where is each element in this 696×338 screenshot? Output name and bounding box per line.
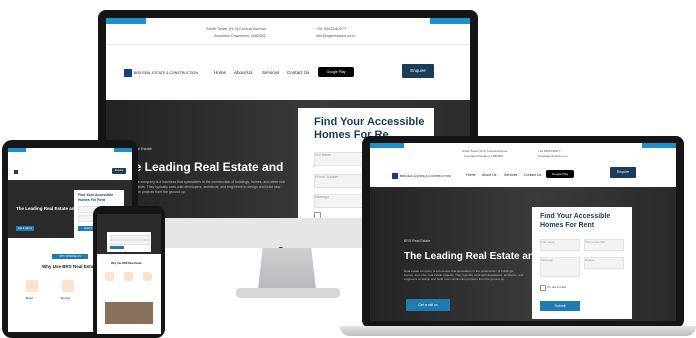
brand-logo-icon[interactable] — [124, 69, 132, 77]
enquire-button[interactable]: Enquire — [402, 64, 434, 78]
enquire-button[interactable]: Enquire — [610, 167, 636, 178]
form-title-line1: Find Your Accessible — [314, 116, 425, 128]
form-title-line1: Find Your Accessible — [78, 193, 114, 197]
captcha-label: I'm not a robot — [547, 285, 567, 289]
google-play-button[interactable]: Google Play — [546, 170, 574, 178]
imac-stand — [258, 248, 316, 290]
form-title-line1: Find Your Accessible — [540, 213, 611, 220]
nav-about[interactable]: About Us — [234, 70, 253, 75]
message-field[interactable]: Message — [314, 194, 366, 208]
feature-label-design: Design — [61, 296, 71, 300]
captcha-checkbox[interactable] — [540, 285, 546, 291]
laptop-base — [340, 326, 696, 336]
submit-button[interactable] — [110, 246, 124, 249]
top-info-bar: Smile Tower (H-3) Central Avenue Anushka… — [106, 18, 470, 44]
phone-field[interactable]: Phone Number — [584, 239, 624, 251]
nav-services[interactable]: Services — [504, 173, 517, 177]
section-title: Why Use BRS Real Estate — [42, 264, 98, 269]
feature-icon-build — [26, 280, 38, 292]
email-text[interactable]: info@agentsweb.co.in — [538, 154, 568, 158]
accent-stripe-right — [430, 18, 470, 24]
feature-icon-design — [124, 272, 133, 281]
cta-button[interactable]: Get a call us — [16, 226, 34, 231]
phone-screen: Why Use BRS Real Estate — [97, 214, 161, 334]
phone-field[interactable] — [110, 240, 150, 245]
feature-icon-design — [62, 280, 74, 292]
brand-name[interactable]: BRS REAL ESTATE & CONSTRUCTION — [400, 174, 451, 178]
hero-section: BRS Real Estate The Leading Real Estate … — [370, 187, 676, 321]
main-nav: BRS REAL ESTATE & CONSTRUCTION Home Abou… — [106, 44, 470, 101]
address-line2: Anushka Chambers 1682082 — [214, 33, 266, 38]
nav-services[interactable]: Services — [262, 70, 279, 75]
brand-name[interactable]: BRS REAL ESTATE & CONSTRUCTION — [134, 71, 198, 75]
feature-label-build: Build — [26, 296, 33, 300]
laptop-screen: Smile Tower (H-3) Central Avenue Anushka… — [370, 143, 676, 321]
address-line1: Smile Tower (H-3) Central Avenue — [206, 26, 267, 31]
message-field[interactable]: Message — [540, 257, 580, 277]
imac-foot — [236, 288, 340, 298]
phone-field[interactable]: Phone Number — [314, 174, 366, 188]
hero-title: The Leading Real Estate and — [120, 160, 284, 174]
budget-select[interactable]: Budget — [584, 257, 624, 269]
full-name-field[interactable]: Full Name — [314, 152, 366, 166]
cta-button[interactable]: Get a call us — [406, 299, 450, 311]
accent-stripe-right — [114, 148, 132, 152]
accent-stripe-left — [8, 148, 26, 152]
full-name-field[interactable]: Full Name — [540, 239, 580, 251]
nav-home[interactable]: Home — [214, 70, 226, 75]
hero-body: Real estate company is a business that s… — [404, 269, 524, 281]
enquiry-form-card — [107, 232, 151, 252]
nav-contact[interactable]: Contact Us — [287, 70, 309, 75]
address-line1: Smile Tower (H-3) Central Avenue — [462, 149, 508, 153]
form-title-line2: Homes For Rent — [78, 198, 106, 202]
nav-home[interactable]: Home — [466, 173, 475, 177]
nav-contact[interactable]: Contact Us — [524, 173, 541, 177]
email-text[interactable]: info@agentsweb.co.in — [316, 33, 355, 38]
hero-section — [97, 214, 161, 254]
address-line2: Anushka Chambers 1682082 — [464, 154, 503, 158]
enquire-button[interactable]: Enquire — [112, 168, 126, 174]
accent-stripe-left — [370, 143, 404, 148]
form-title-line2: Homes For Rent — [540, 222, 595, 229]
feature-icon-plan — [143, 272, 152, 281]
google-play-button[interactable]: Google Play — [318, 67, 354, 77]
accent-stripe-left — [106, 18, 146, 24]
nav-about[interactable]: About Us — [482, 173, 496, 177]
brand-logo-icon[interactable] — [14, 170, 18, 174]
hero-title: The Leading Real Estate and — [404, 251, 541, 262]
submit-button[interactable]: Submit — [540, 301, 580, 311]
section-title: Why Use BRS Real Estate — [111, 262, 142, 265]
feature-icon-build — [105, 272, 114, 281]
property-image — [105, 302, 153, 324]
hero-title: The Leading Real Estate and — [16, 206, 78, 211]
hero-kicker: BRS Real Estate — [404, 239, 431, 243]
phone-text[interactable]: +91 9561040977 — [538, 149, 561, 153]
accent-stripe-right — [642, 143, 676, 148]
enquiry-form-card: Find Your Accessible Homes For Rent Full… — [532, 207, 632, 319]
phone-text[interactable]: +91 9561040977 — [316, 26, 346, 31]
section-kicker: WHY CHOOSE US — [52, 254, 88, 259]
brand-logo-icon[interactable] — [392, 173, 398, 179]
